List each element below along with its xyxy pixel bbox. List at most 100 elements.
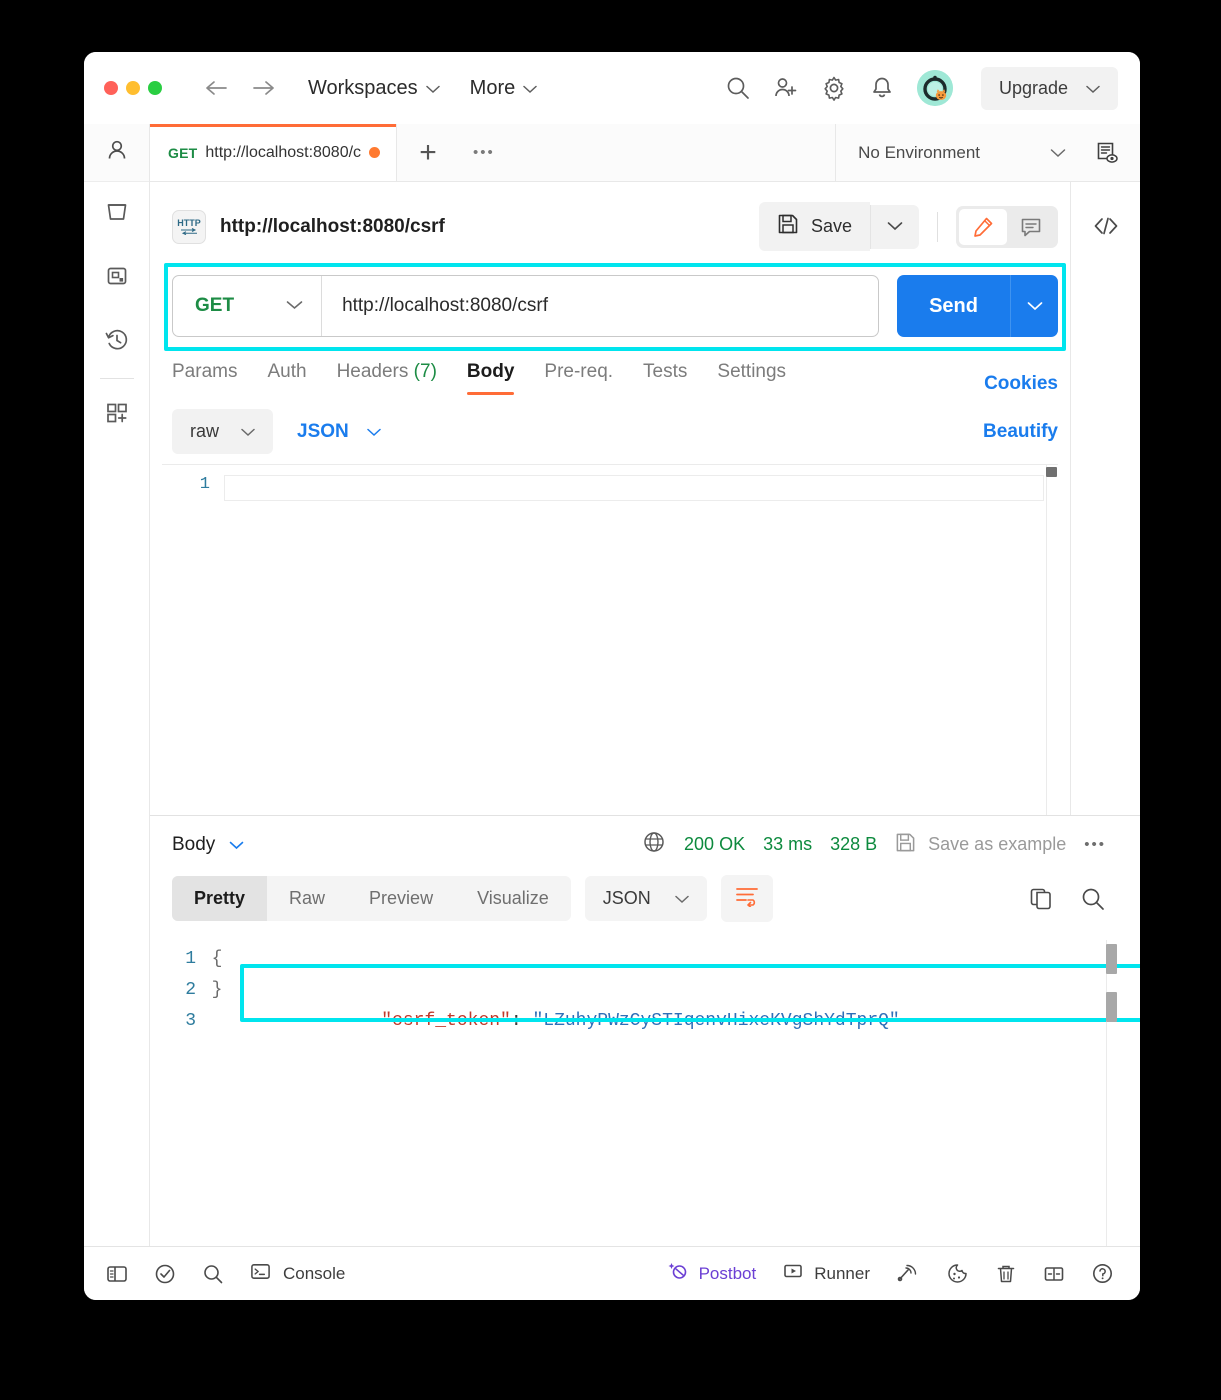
editor-active-line[interactable] <box>224 475 1044 501</box>
tab-params[interactable]: Params <box>172 355 237 395</box>
tab-options-button[interactable]: ••• <box>459 124 509 181</box>
chevron-down-icon <box>229 834 244 856</box>
editor-scrollbar[interactable] <box>1046 465 1058 815</box>
tab-pretty[interactable]: Pretty <box>172 876 268 921</box>
response-body-dropdown[interactable]: Body <box>172 834 244 856</box>
url-input[interactable] <box>322 295 879 317</box>
left-sidebar-rail <box>84 124 150 1246</box>
status-bar-left: Console <box>106 1261 345 1287</box>
status-bar-right: Postbot Runner <box>667 1260 1114 1287</box>
gear-icon[interactable] <box>821 75 847 101</box>
user-avatar-icon[interactable] <box>916 70 953 106</box>
send-button[interactable]: Send <box>897 275 1010 337</box>
tab-raw[interactable]: Raw <box>267 876 347 921</box>
tab-headers[interactable]: Headers (7) <box>337 355 437 395</box>
tab-tests-label: Tests <box>643 361 688 382</box>
request-tab[interactable]: GET http://localhost:8080/c <box>150 124 398 181</box>
invite-user-icon[interactable] <box>773 75 799 101</box>
save-as-example-button[interactable]: Save as example <box>895 832 1066 858</box>
main-area: GET http://localhost:8080/c + ••• No Env… <box>84 124 1140 1246</box>
workspaces-menu[interactable]: Workspaces <box>308 77 440 100</box>
editor-content-area[interactable] <box>224 465 1058 815</box>
response-body-viewer[interactable]: 1 2 3 { } "csrf_token": "LZuhyPWzCySTIqe… <box>150 936 1140 1246</box>
tab-pre-request[interactable]: Pre-req. <box>544 355 613 395</box>
request-body-editor[interactable]: 1 <box>162 464 1058 815</box>
json-key: "csrf_token" <box>381 1011 511 1031</box>
cookies-link[interactable]: Cookies <box>984 373 1058 395</box>
sidebar-item-new-module[interactable] <box>84 383 149 447</box>
postbot-button[interactable]: Postbot <box>667 1260 756 1287</box>
save-options-button[interactable] <box>870 204 919 249</box>
request-header-actions: Save <box>758 202 1058 251</box>
save-button[interactable]: Save <box>758 202 870 251</box>
search-icon[interactable] <box>202 1263 224 1285</box>
capture-requests-icon[interactable] <box>896 1263 920 1285</box>
body-format-selector[interactable]: JSON <box>297 421 381 443</box>
environment-selector[interactable]: No Environment <box>836 124 1088 181</box>
status-bar: Console Postbot Runner <box>84 1246 1140 1300</box>
maximize-window-button[interactable] <box>148 81 162 95</box>
response-pane: Body 200 OK 33 ms 328 B Save as example … <box>150 815 1140 1246</box>
bell-icon[interactable] <box>869 75 895 101</box>
tab-url-label: http://localhost:8080/c <box>205 143 362 161</box>
page-title: http://localhost:8080/csrf <box>220 215 445 237</box>
response-format-selector[interactable]: JSON <box>584 876 707 921</box>
response-scrollbar[interactable] <box>1106 940 1118 1246</box>
edit-mode-button[interactable] <box>959 208 1007 245</box>
line-number: 1 <box>199 475 210 494</box>
sidebar-divider <box>99 378 134 379</box>
send-options-button[interactable] <box>1010 275 1058 337</box>
tab-visualize[interactable]: Visualize <box>455 876 571 921</box>
body-mode-selector[interactable]: raw <box>172 409 274 454</box>
forward-arrow-icon[interactable] <box>250 78 278 98</box>
editor-line-numbers: 1 <box>162 465 224 815</box>
two-pane-icon[interactable] <box>1043 1263 1065 1285</box>
sidebar-toggle-icon[interactable] <box>106 1263 128 1285</box>
runner-button[interactable]: Runner <box>782 1260 870 1287</box>
unsaved-indicator-icon <box>369 147 381 158</box>
help-icon[interactable] <box>1091 1262 1114 1285</box>
back-arrow-icon[interactable] <box>202 78 230 98</box>
response-scrollbar-thumb-bottom[interactable] <box>1106 992 1117 1022</box>
url-row: GET Send <box>172 275 1058 337</box>
tab-body-label: Body <box>466 361 515 382</box>
sidebar-item-profile[interactable] <box>84 124 149 182</box>
environment-quick-look-icon[interactable] <box>1088 140 1140 166</box>
tab-body[interactable]: Body <box>466 355 515 395</box>
request-tab-strip: GET http://localhost:8080/c + ••• No Env… <box>150 124 1140 182</box>
response-code[interactable]: "csrf_token": "LZuhyPWzCySTIqenvHixeKVgS… <box>228 944 1140 1246</box>
wrap-lines-button[interactable] <box>720 875 773 922</box>
more-menu[interactable]: More <box>470 77 538 100</box>
cookies-icon[interactable] <box>946 1262 969 1285</box>
upgrade-button[interactable]: Upgrade <box>980 66 1118 110</box>
code-snippet-button[interactable] <box>1071 204 1140 252</box>
beautify-button[interactable]: Beautify <box>983 421 1058 443</box>
response-options-button[interactable]: ••• <box>1084 836 1106 853</box>
response-scrollbar-thumb-top[interactable] <box>1106 944 1117 974</box>
sidebar-item-history[interactable] <box>84 310 149 374</box>
close-window-button[interactable] <box>104 81 118 95</box>
tab-preview[interactable]: Preview <box>347 876 455 921</box>
save-label: Save <box>810 216 852 236</box>
tab-settings[interactable]: Settings <box>717 355 786 395</box>
method-selector[interactable]: GET <box>173 276 323 336</box>
editor-scrollbar-thumb[interactable] <box>1046 467 1057 477</box>
sidebar-item-collections[interactable] <box>84 182 149 246</box>
user-icon <box>104 137 130 168</box>
search-icon[interactable] <box>1080 886 1106 912</box>
body-type-row: raw JSON Beautify <box>150 395 1070 464</box>
trash-icon[interactable] <box>995 1263 1017 1285</box>
headers-count-badge: (7) <box>413 361 437 382</box>
response-time: 33 ms <box>763 834 813 854</box>
sidebar-item-apis[interactable] <box>84 246 149 310</box>
tab-tests[interactable]: Tests <box>643 355 687 395</box>
tab-auth[interactable]: Auth <box>267 355 306 395</box>
comment-mode-button[interactable] <box>1007 209 1055 245</box>
copy-icon[interactable] <box>1028 886 1054 912</box>
chevron-down-icon <box>367 421 381 443</box>
check-circle-icon[interactable] <box>154 1263 176 1285</box>
search-icon[interactable] <box>725 75 751 101</box>
new-tab-button[interactable]: + <box>397 124 459 181</box>
console-button[interactable]: Console <box>250 1261 345 1287</box>
minimize-window-button[interactable] <box>126 81 140 95</box>
